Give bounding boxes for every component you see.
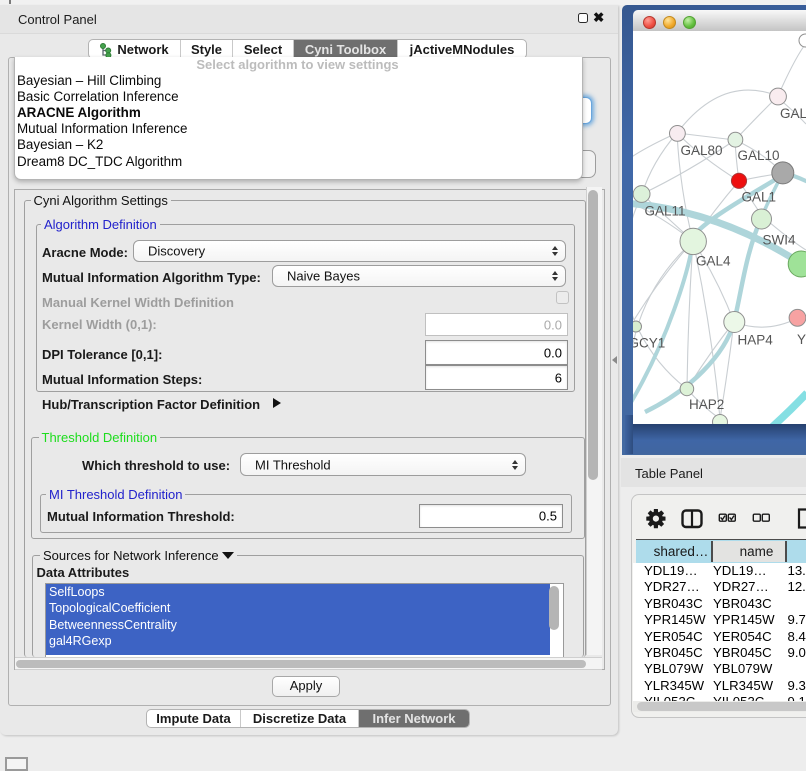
svg-text:GAL1: GAL1 xyxy=(742,190,777,205)
svg-text:Y: Y xyxy=(797,332,806,347)
svg-text:GCY1: GCY1 xyxy=(633,336,665,351)
svg-text:GAL10: GAL10 xyxy=(738,148,780,163)
svg-text:GAL4: GAL4 xyxy=(696,254,731,269)
svg-text:SWI4: SWI4 xyxy=(763,233,796,248)
svg-text:GAL80: GAL80 xyxy=(681,143,723,158)
svg-text:GAL: GAL xyxy=(780,106,806,121)
svg-text:GAL11: GAL11 xyxy=(645,204,686,219)
svg-text:HAP2: HAP2 xyxy=(689,397,724,412)
svg-text:HAP4: HAP4 xyxy=(738,333,774,348)
